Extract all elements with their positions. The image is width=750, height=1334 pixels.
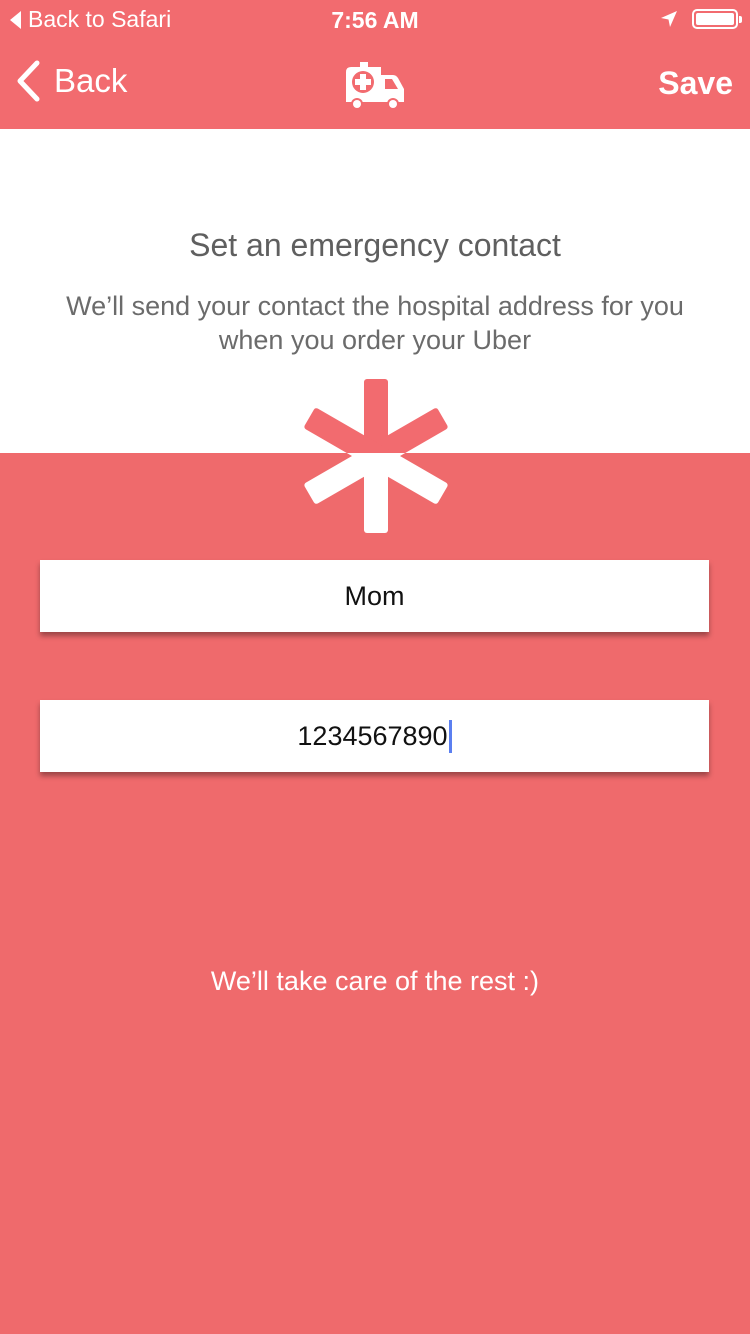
contact-phone-value: 1234567890 [297, 720, 448, 751]
page-title: Set an emergency contact [189, 227, 561, 263]
save-button[interactable]: Save [658, 65, 733, 102]
text-caret [448, 719, 452, 753]
page-subtitle: We’ll send your contact the hospital add… [66, 291, 684, 355]
contact-phone-field[interactable]: 1234567890 [40, 700, 709, 772]
contact-name-input[interactable] [40, 560, 709, 632]
contact-name-field[interactable] [40, 560, 709, 632]
battery-icon [692, 9, 742, 29]
navigation-bar: Back Save [0, 40, 750, 129]
status-bar: Back to Safari 7:56 AM [0, 0, 750, 40]
emergency-contact-screen: Back to Safari 7:56 AM Back Save Set an … [0, 0, 750, 1334]
medical-asterisk-lower [302, 453, 450, 534]
contact-phone-input[interactable]: 1234567890 [297, 719, 452, 753]
back-button-label: Back [54, 62, 128, 99]
chevron-left-icon [17, 60, 40, 102]
location-arrow-icon [661, 11, 677, 27]
status-time: 7:56 AM [331, 7, 419, 33]
back-button[interactable]: Back [16, 60, 127, 102]
status-indicators [660, 9, 742, 29]
ambulance-icon [343, 62, 407, 117]
footer-note: We’ll take care of the rest :) [210, 966, 540, 996]
